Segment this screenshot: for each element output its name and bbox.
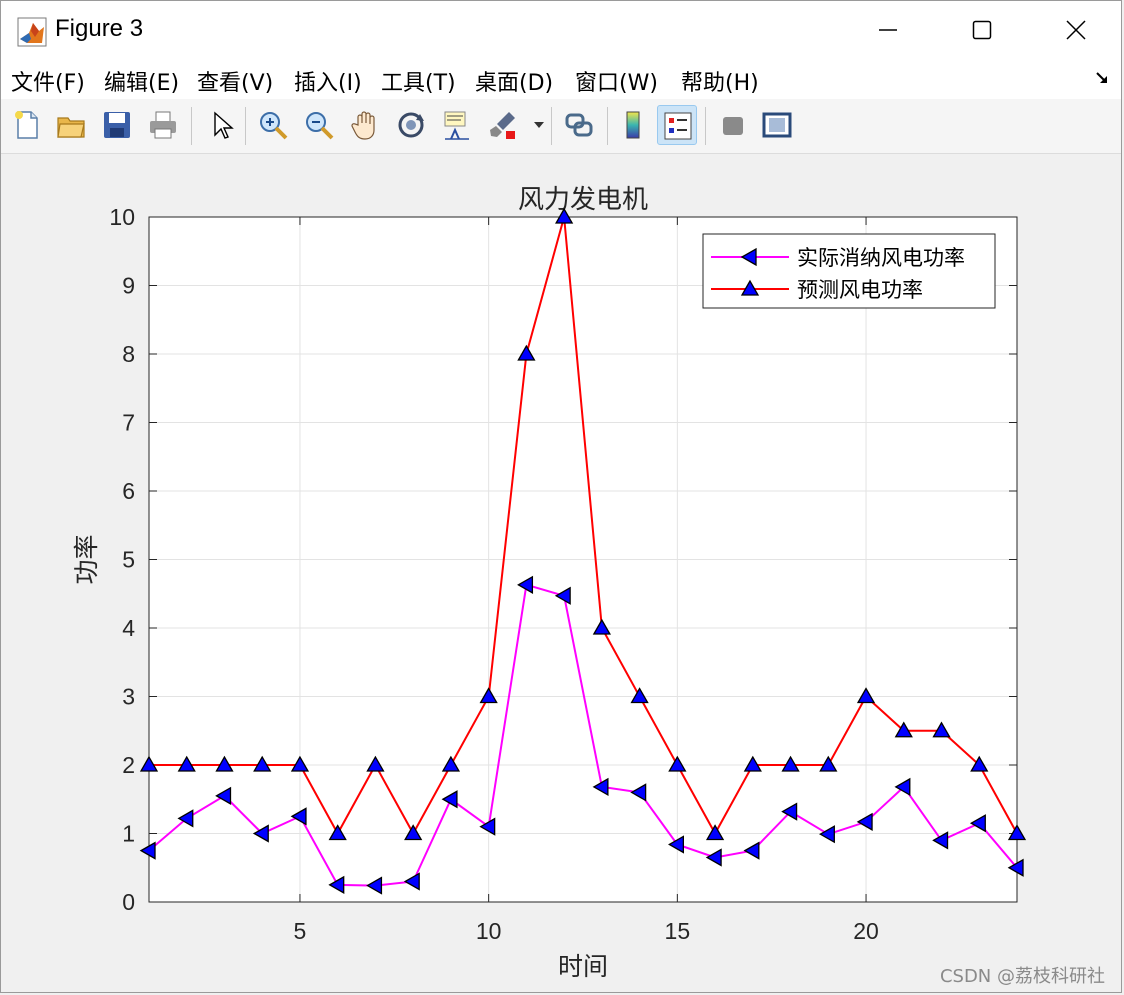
toolbar-separator (705, 107, 706, 145)
maximize-icon (972, 20, 992, 40)
figure-window: Figure 3 文件(F) 编辑(E) 查看(V) 插入(I) 工具(T) 桌… (0, 0, 1122, 993)
x-tick-label: 20 (853, 918, 879, 944)
zoom-in-icon (260, 112, 288, 140)
x-tick-label: 5 (294, 918, 307, 944)
legend-label: 实际消纳风电功率 (797, 246, 965, 270)
colorbar-button[interactable] (613, 105, 653, 145)
colorbar-icon (626, 111, 640, 139)
title-bar[interactable]: Figure 3 (1, 1, 1121, 59)
zoom-in-button[interactable] (253, 105, 293, 145)
print-icon (150, 111, 176, 139)
y-tick-label: 4 (122, 615, 135, 641)
rotate-3d-button[interactable] (391, 105, 431, 145)
legend-button[interactable] (657, 105, 697, 145)
x-axis-label: 时间 (558, 952, 608, 981)
y-tick-label: 8 (122, 341, 135, 367)
y-tick-label: 1 (122, 821, 135, 847)
maximize-button[interactable] (935, 1, 1029, 59)
show-plot-tools-button[interactable] (757, 105, 797, 145)
y-tick-label: 9 (122, 273, 135, 299)
matlab-app-icon (17, 17, 47, 47)
x-tick-label: 10 (476, 918, 502, 944)
toolbar-separator (551, 107, 552, 145)
open-file-button[interactable] (51, 105, 91, 145)
line-chart[interactable]: 5 10 15 20 0 1 2 3 4 5 6 7 8 9 10 风力发电机时间 功率 实际消纳风电功率预测风电… (1, 154, 1121, 992)
toolbar-separator (191, 107, 192, 145)
menu-window[interactable]: 窗口(W) (575, 65, 658, 97)
link-plot-button[interactable] (559, 105, 599, 145)
brush-button[interactable] (483, 105, 523, 145)
close-button[interactable] (1029, 1, 1123, 59)
y-tick-label: 2 (122, 752, 135, 778)
data-cursor-button[interactable] (437, 105, 477, 145)
pan-icon (351, 111, 375, 140)
pan-button[interactable] (345, 105, 385, 145)
data-point (139, 841, 156, 860)
legend-label: 预测风电功率 (797, 278, 923, 302)
new-figure-icon (15, 111, 38, 139)
data-cursor-icon (444, 111, 469, 140)
new-figure-button[interactable] (7, 105, 47, 145)
toolbar-separator (245, 107, 246, 145)
legend: 实际消纳风电功率预测风电功率 (702, 233, 996, 309)
zoom-out-icon (306, 112, 334, 140)
link-plot-icon (565, 113, 593, 137)
brush-icon (490, 112, 515, 139)
figure-toolbar (1, 99, 1121, 154)
watermark: CSDN @荔枝科研社 (939, 966, 1105, 987)
y-tick-label: 7 (122, 410, 135, 436)
dock-arrow-icon[interactable] (1095, 71, 1109, 85)
minimize-icon (879, 29, 897, 31)
menu-view[interactable]: 查看(V) (197, 65, 273, 97)
rotate-3d-icon (398, 112, 424, 138)
x-tick-label: 15 (665, 918, 691, 944)
zoom-out-button[interactable] (299, 105, 339, 145)
menu-tools[interactable]: 工具(T) (381, 65, 456, 97)
chart-title: 风力发电机 (518, 185, 648, 215)
menu-edit[interactable]: 编辑(E) (104, 65, 179, 97)
window-title: Figure 3 (55, 15, 144, 42)
menu-desktop[interactable]: 桌面(D) (475, 65, 553, 97)
hide-plot-tools-button[interactable] (713, 105, 753, 145)
legend-icon (664, 112, 692, 140)
menu-help[interactable]: 帮助(H) (681, 65, 759, 97)
y-tick-label: 0 (122, 889, 135, 915)
hide-plot-tools-icon (723, 117, 743, 135)
menu-bar: 文件(F) 编辑(E) 查看(V) 插入(I) 工具(T) 桌面(D) 窗口(W… (1, 59, 1121, 99)
y-tick-label: 3 (122, 684, 135, 710)
pointer-icon (214, 111, 234, 139)
menu-insert[interactable]: 插入(I) (294, 65, 362, 97)
y-tick-label: 6 (122, 478, 135, 504)
print-button[interactable] (143, 105, 183, 145)
save-icon (104, 112, 130, 138)
open-file-icon (57, 117, 85, 138)
minimize-button[interactable] (841, 1, 935, 59)
save-button[interactable] (97, 105, 137, 145)
menu-file[interactable]: 文件(F) (11, 65, 85, 97)
y-tick-label: 5 (122, 547, 135, 573)
figure-canvas[interactable]: 5 10 15 20 0 1 2 3 4 5 6 7 8 9 10 风力发电机时间 功率 实际消纳风电功率 预测风电… (1, 154, 1121, 992)
show-plot-tools-icon (762, 112, 792, 138)
pointer-button[interactable] (201, 105, 241, 145)
y-axis-label: 功率 (72, 534, 101, 584)
y-tick-label: 10 (109, 204, 135, 230)
close-icon (1066, 20, 1086, 40)
toolbar-separator (607, 107, 608, 145)
brush-dropdown-icon[interactable] (533, 121, 545, 129)
